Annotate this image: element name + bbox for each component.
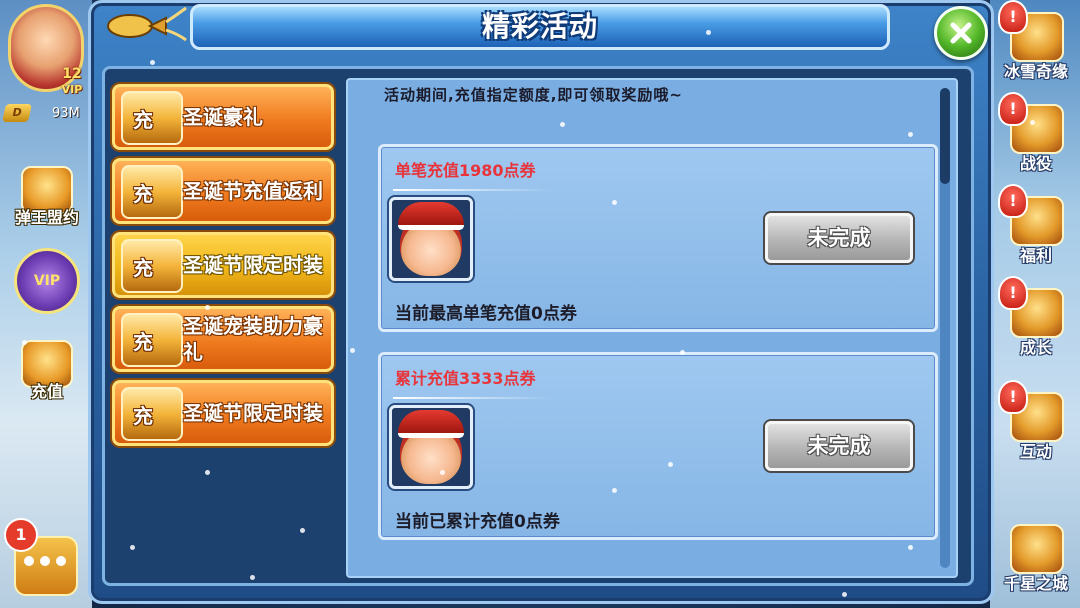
alert-icon: ! <box>998 276 1028 310</box>
currency-value: 93M <box>52 105 80 121</box>
tab-label: 圣诞节限定时装 <box>183 401 323 425</box>
growth-button[interactable]: ! 成长 <box>996 276 1076 362</box>
content-scrollbar[interactable] <box>940 88 950 568</box>
dialog-title: 精彩活动 <box>481 10 598 43</box>
chest-label: 充 <box>133 330 153 354</box>
campaign-label: 战役 <box>1019 154 1052 173</box>
diamond-icon: D <box>2 104 32 122</box>
snowflake <box>22 340 27 345</box>
alert-icon: ! <box>998 92 1028 126</box>
snowflake <box>440 470 445 475</box>
tab-christmas-costume[interactable]: 充 圣诞节限定时装 <box>112 232 334 298</box>
snowflake <box>1030 120 1035 125</box>
reward-card-single: 单笔充值1980点券 未完成 当前最高单笔充值0点券 <box>378 144 938 332</box>
reward-condition: 单笔充值1980点券 <box>395 161 536 180</box>
growth-label: 成长 <box>1019 338 1052 357</box>
claim-button[interactable]: 未完成 <box>765 421 913 471</box>
tab-christmas-rebate[interactable]: 充 圣诞节充值返利 <box>112 158 334 224</box>
snowflake <box>130 545 135 550</box>
activity-description: 活动期间,充值指定额度,即可领取奖励哦~ <box>384 86 683 104</box>
vip-level-badge: 12 VIP <box>61 66 83 96</box>
close-icon <box>950 22 972 44</box>
activity-tabs: 充 圣诞豪礼 充 圣诞节充值返利 充 圣诞节限定时装 充 圣诞宠装助力豪礼 充 … <box>112 84 334 454</box>
snowflake <box>908 545 913 550</box>
snowflake <box>560 122 565 127</box>
chat-bubble-icon <box>24 556 66 566</box>
welfare-label: 福利 <box>1019 246 1052 265</box>
divider <box>393 189 553 191</box>
reward-condition: 累计充值3333点券 <box>395 369 536 388</box>
tab-label: 圣诞豪礼 <box>183 105 263 129</box>
reward-card-cumulative: 累计充值3333点券 未完成 当前已累计充值0点券 <box>378 352 938 540</box>
reward-item-slot[interactable] <box>389 197 473 281</box>
snowflake <box>205 305 210 310</box>
interaction-label: 互动 <box>1019 442 1052 461</box>
snowflake <box>908 132 913 137</box>
recharge-label: 充值 <box>30 382 63 401</box>
scrollbar-thumb[interactable] <box>940 88 950 184</box>
snowflake <box>706 30 711 35</box>
recharge-button[interactable]: 充值 <box>8 340 86 402</box>
vip-wings-icon: VIP <box>33 273 61 289</box>
ship-icon <box>1010 524 1064 574</box>
close-button[interactable] <box>934 6 988 60</box>
left-sidebar: 12 VIP D 93M 弹王盟约 VIP 充值 <box>0 0 92 608</box>
snowflake <box>258 255 263 260</box>
progress-status: 当前最高单笔充值0点券 <box>395 304 577 324</box>
chest-label: 充 <box>133 108 153 132</box>
star-city-button[interactable]: 千星之城 <box>996 512 1076 598</box>
tab-label: 圣诞宠装助力豪礼 <box>183 314 323 364</box>
tab-label: 圣诞节限定时装 <box>183 253 323 277</box>
snowflake <box>350 348 355 353</box>
tab-christmas-pet-gift[interactable]: 充 圣诞宠装助力豪礼 <box>112 306 334 372</box>
title-bar: 精彩活动 <box>190 4 890 50</box>
interaction-button[interactable]: ! 互动 <box>996 380 1076 466</box>
star-city-label: 千星之城 <box>1003 574 1068 593</box>
alliance-label: 弹王盟约 <box>14 208 79 227</box>
chest-label: 充 <box>133 182 153 206</box>
snowflake <box>680 350 685 355</box>
frozen-event-button[interactable]: ! 冰雪奇缘 <box>996 0 1076 86</box>
welfare-button[interactable]: ! 福利 <box>996 184 1076 270</box>
tab-label: 圣诞节充值返利 <box>183 179 323 203</box>
snowflake <box>842 592 847 597</box>
vip-button[interactable]: VIP <box>14 248 80 314</box>
alliance-button[interactable]: 弹王盟约 <box>8 166 86 228</box>
campaign-button[interactable]: ! 战役 <box>996 92 1076 178</box>
progress-status: 当前已累计充值0点券 <box>395 512 560 532</box>
alert-icon: ! <box>998 380 1028 414</box>
snowflake <box>150 60 155 65</box>
chest-label: 充 <box>133 256 153 280</box>
santa-hat-icon <box>398 410 464 438</box>
snowflake <box>612 200 617 205</box>
alert-icon: ! <box>998 0 1028 34</box>
chest-label: 充 <box>133 404 153 428</box>
snowflake <box>250 575 255 580</box>
chat-notification-badge: 1 <box>4 518 38 552</box>
tab-christmas-costume-2[interactable]: 充 圣诞节限定时装 <box>112 380 334 446</box>
santa-hat-icon <box>398 202 464 230</box>
alert-icon: ! <box>998 184 1028 218</box>
snowflake <box>300 528 305 533</box>
snowflake <box>668 462 673 467</box>
snowflake <box>612 488 617 493</box>
frozen-event-label: 冰雪奇缘 <box>1003 62 1068 81</box>
claim-button[interactable]: 未完成 <box>765 213 913 263</box>
rocket-icon <box>107 6 187 42</box>
reward-item-slot[interactable] <box>389 405 473 489</box>
currency-row: D 93M <box>2 102 92 124</box>
snowflake <box>205 470 210 475</box>
divider <box>393 397 553 399</box>
tab-christmas-gift[interactable]: 充 圣诞豪礼 <box>112 84 334 150</box>
